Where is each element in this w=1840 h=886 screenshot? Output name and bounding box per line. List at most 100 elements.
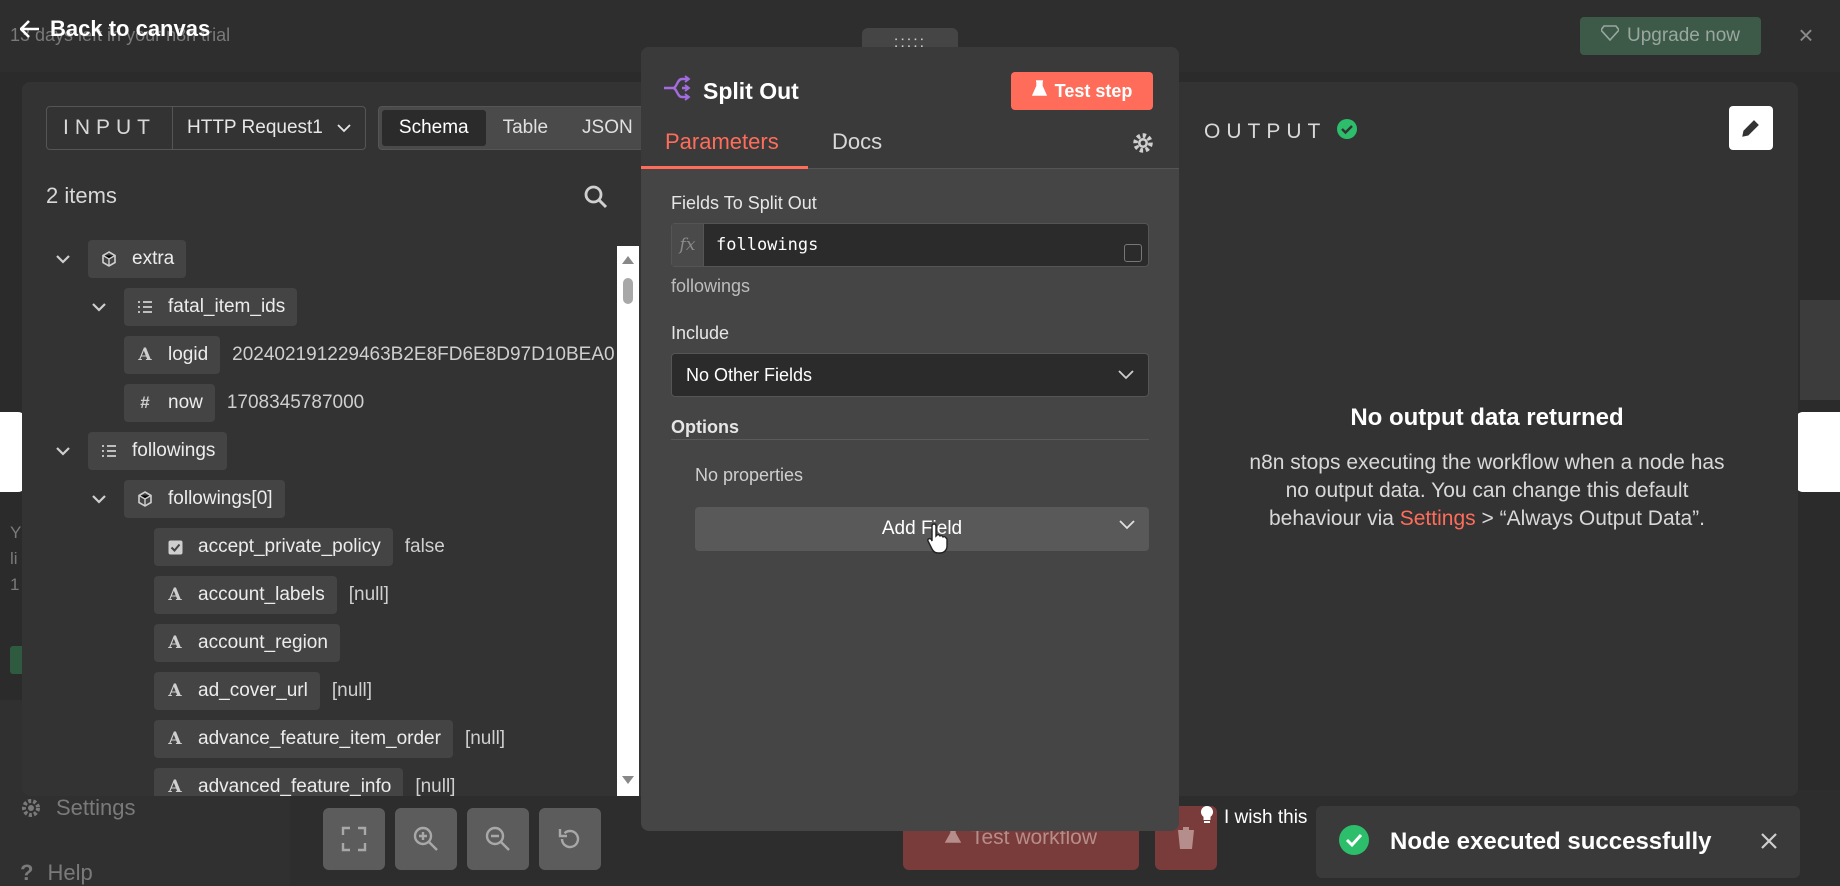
tab-parameters[interactable]: Parameters	[665, 129, 779, 155]
back-to-canvas-link[interactable]: Back to canvas	[20, 16, 210, 42]
sidebar-item-label: Settings	[56, 795, 136, 820]
edit-output-button[interactable]	[1729, 106, 1773, 150]
arrow-left-icon	[20, 20, 39, 38]
upgrade-button[interactable]: Upgrade now	[1580, 17, 1761, 55]
tree-row[interactable]: A account_region	[154, 624, 340, 662]
fields-to-split-input[interactable]: fx followings	[671, 223, 1149, 267]
mode-tab-json[interactable]: JSON	[565, 110, 650, 146]
tree-key-pill: A ad_cover_url	[154, 672, 320, 710]
include-select[interactable]: No Other Fields	[671, 353, 1149, 397]
options-label: Options	[671, 417, 739, 437]
scroll-up-arrow[interactable]	[622, 256, 634, 264]
string-type-icon: A	[168, 777, 182, 796]
zoom-in-button[interactable]	[395, 808, 457, 870]
chevron-down-icon[interactable]	[92, 300, 106, 314]
chevron-down-icon	[1118, 370, 1134, 380]
tree-key: logid	[168, 344, 209, 365]
tree-key: accept_private_policy	[198, 536, 381, 557]
undo-icon	[558, 829, 580, 849]
tree-row[interactable]: fatal_item_ids	[92, 288, 298, 326]
tree-row[interactable]: followings[0]	[92, 480, 285, 518]
split-out-icon	[663, 75, 691, 107]
add-field-button[interactable]: Add Field	[695, 507, 1149, 551]
gear-icon	[22, 799, 40, 817]
tree-value: [null]	[415, 776, 456, 796]
chevron-down-icon[interactable]	[56, 444, 70, 458]
tree-key: followings[0]	[168, 488, 273, 509]
sidebar-item-settings[interactable]: Settings	[20, 795, 136, 821]
tree-value: 1708345787000	[226, 392, 365, 413]
list-icon	[136, 298, 154, 316]
success-toast: Node executed successfully	[1316, 806, 1800, 878]
items-count: 2 items	[46, 183, 117, 208]
zoom-out-button[interactable]	[467, 808, 529, 870]
tree-row[interactable]: # now 1708345787000	[124, 384, 364, 422]
include-label: Include	[671, 323, 730, 343]
canvas-node-edge	[1800, 300, 1840, 400]
fields-to-split-value: followings	[716, 235, 819, 255]
test-step-button[interactable]: Test step	[1011, 72, 1153, 110]
expand-icon[interactable]	[1124, 244, 1142, 262]
tree-row[interactable]: A account_labels [null]	[154, 576, 389, 614]
tree-key-pill: A account_labels	[154, 576, 337, 614]
feedback-prompt[interactable]: I wish this	[1200, 805, 1307, 831]
tree-key: account_labels	[198, 584, 325, 605]
tree-row[interactable]: A advanced_feature_info [null]	[154, 768, 455, 796]
tree-row[interactable]: A advance_feature_item_order [null]	[154, 720, 505, 758]
chevron-down-icon[interactable]	[56, 252, 70, 266]
tab-docs[interactable]: Docs	[832, 129, 882, 155]
tree-row[interactable]: A ad_cover_url [null]	[154, 672, 372, 710]
close-icon[interactable]	[1758, 830, 1780, 852]
tree-key-pill: fatal_item_ids	[124, 288, 298, 326]
tree-value: 202402191229463B2E8FD6E8D97D10BEA0	[232, 344, 615, 365]
tree-key-pill: A logid	[124, 336, 221, 374]
node-panel-header: Split Out Test step Parameters Docs	[641, 47, 1179, 169]
tree-row[interactable]: extra	[56, 240, 187, 278]
scroll-down-arrow[interactable]	[622, 776, 634, 784]
mode-tab-schema[interactable]: Schema	[381, 110, 486, 146]
tree-value: false	[404, 536, 445, 557]
active-tab-indicator	[641, 166, 808, 169]
pencil-icon	[1742, 120, 1759, 137]
tree-key-pill: A account_region	[154, 624, 340, 662]
scroll-thumb[interactable]	[623, 278, 633, 304]
trash-icon	[1176, 827, 1196, 849]
tree-value: [null]	[464, 728, 506, 749]
output-label-text: OUTPUT	[1204, 120, 1327, 143]
expression-icon: fx	[672, 224, 704, 266]
tree-key-pill: extra	[88, 240, 187, 278]
search-icon[interactable]	[583, 184, 609, 210]
fit-view-button[interactable]	[323, 808, 385, 870]
tree-row[interactable]: A logid 202402191229463B2E8FD6E8D97D10BE…	[124, 336, 615, 374]
display-mode-tabs: Schema Table JSON	[377, 106, 654, 150]
options-divider	[671, 439, 1149, 440]
gear-icon[interactable]	[1131, 131, 1155, 155]
node-title-text: Split Out	[703, 77, 799, 104]
fields-to-split-hint: followings	[671, 276, 751, 296]
number-type-icon: #	[140, 393, 150, 412]
input-node-select[interactable]: HTTP Request1	[173, 107, 365, 149]
close-icon[interactable]: ×	[1794, 20, 1818, 50]
list-icon	[100, 442, 118, 460]
tree-row[interactable]: accept_private_policy false	[154, 528, 445, 566]
no-output-title: No output data returned	[1350, 404, 1624, 431]
checkbox-icon	[166, 538, 184, 556]
tree-row[interactable]: followings	[56, 432, 228, 470]
canvas-node-edge-right	[1795, 412, 1840, 492]
input-node-selector: INPUT HTTP Request1	[46, 106, 366, 150]
no-output-text-after: > “Always Output Data”.	[1475, 507, 1705, 530]
question-icon: ?	[20, 860, 34, 885]
input-scrollbar[interactable]	[617, 246, 639, 796]
reset-zoom-button[interactable]	[539, 808, 601, 870]
input-panel-header: INPUT HTTP Request1 Schema Table JSON	[46, 106, 654, 150]
mode-tab-table[interactable]: Table	[486, 110, 565, 146]
cube-icon	[100, 250, 118, 268]
tree-key: now	[168, 392, 203, 413]
settings-link[interactable]: Settings	[1400, 507, 1476, 530]
sidebar-item-help[interactable]: ? Help	[20, 860, 93, 886]
lightbulb-icon	[1200, 805, 1214, 831]
upgrade-label: Upgrade now	[1626, 25, 1741, 46]
input-node-name: HTTP Request1	[187, 117, 323, 138]
back-label: Back to canvas	[50, 16, 211, 41]
chevron-down-icon[interactable]	[92, 492, 106, 506]
